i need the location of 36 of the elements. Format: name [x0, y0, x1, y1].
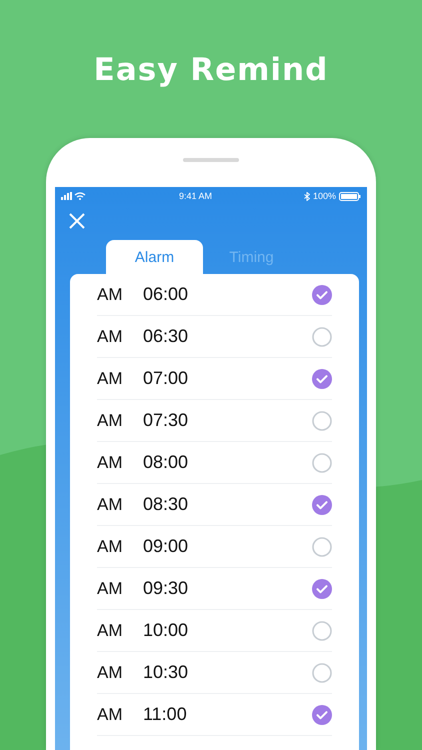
period-label: AM: [97, 452, 124, 472]
period-label: AM: [97, 326, 124, 346]
alarm-time: 09:00: [143, 536, 190, 557]
period-label: AM: [97, 368, 124, 388]
speaker-slot: [183, 158, 239, 162]
period-label: AM: [97, 620, 124, 640]
headline: Easy Remind: [94, 52, 328, 90]
status-time: 9:41 AM: [178, 191, 212, 201]
checked-circle-icon[interactable]: [312, 284, 332, 304]
period-label: AM: [97, 284, 124, 304]
bluetooth-icon: [304, 192, 310, 200]
tab[interactable]: Alarm: [106, 240, 203, 274]
period-label: AM: [97, 410, 124, 430]
checked-circle-icon[interactable]: [312, 494, 332, 514]
alarm-time: 06:00: [143, 284, 190, 305]
alarm-time: 08:00: [143, 452, 190, 473]
signal-wifi-icon: [61, 192, 87, 200]
alarm-time: 07:00: [143, 368, 190, 389]
period-label: AM: [97, 662, 124, 682]
period-label: AM: [97, 494, 124, 514]
alarm-time: 07:30: [143, 410, 190, 431]
close-button[interactable]: [67, 211, 87, 231]
checked-circle-icon[interactable]: [312, 704, 332, 724]
alarm-time: 11:00: [143, 704, 188, 725]
checked-circle-icon[interactable]: [312, 578, 332, 598]
battery-percent: 100%: [312, 191, 336, 201]
period-label: AM: [97, 704, 124, 724]
period-label: AM: [97, 578, 124, 598]
battery-icon: [339, 192, 361, 200]
alarm-time: 10:00: [143, 620, 190, 641]
alarm-time: 10:30: [143, 662, 190, 683]
checked-circle-icon[interactable]: [312, 368, 332, 388]
alarm-time: 09:30: [143, 578, 190, 599]
alarm-time: 08:30: [143, 494, 190, 515]
alarm-time: 06:30: [143, 326, 190, 347]
period-label: AM: [97, 536, 124, 556]
